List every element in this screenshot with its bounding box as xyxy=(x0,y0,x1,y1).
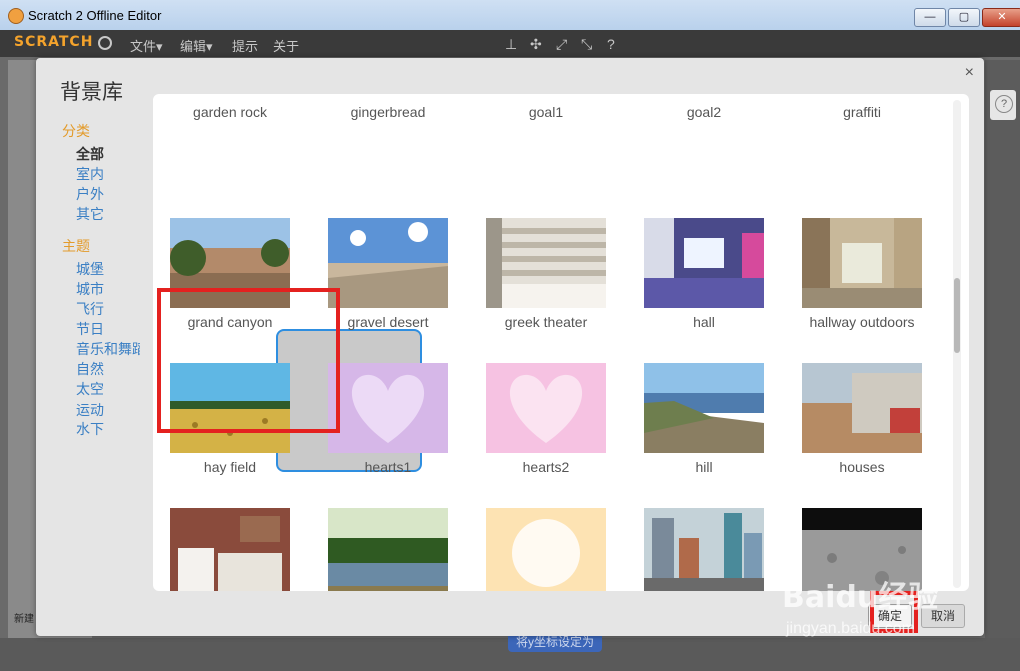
backdrop-label: hill xyxy=(695,459,713,475)
backdrop-label: goal1 xyxy=(528,104,564,120)
baidu-watermark: Baidu经验 xyxy=(782,580,939,615)
menu-edit[interactable]: 编辑▾ xyxy=(180,36,213,55)
language-globe-icon[interactable] xyxy=(98,36,112,50)
category-indoors[interactable]: 室内 xyxy=(76,164,104,184)
backdrop-thumbnail xyxy=(802,94,922,98)
highlight-frame-hay-field xyxy=(157,288,340,433)
backdrop-tile-graffiti[interactable]: graffiti xyxy=(787,94,937,120)
backdrop-label: hay field xyxy=(203,459,257,475)
theme-space[interactable]: 太空 xyxy=(76,379,104,399)
backdrop-tile-goal2[interactable]: goal2 xyxy=(629,94,779,120)
backdrop-tile-hearts2[interactable]: hearts2 xyxy=(471,363,621,475)
backdrop-tile-gingerbread[interactable]: gingerbread xyxy=(313,94,463,120)
category-all[interactable]: 全部 xyxy=(76,144,104,164)
minimize-button[interactable]: — xyxy=(914,8,946,27)
backdrop-label: houses xyxy=(839,459,885,475)
backdrop-thumbnail xyxy=(170,508,290,591)
backdrop-label: greek theater xyxy=(504,314,588,330)
backdrop-tile-houses[interactable]: houses xyxy=(787,363,937,475)
backdrop-thumbnail xyxy=(644,363,764,453)
theme-sports[interactable]: 运动 xyxy=(76,400,104,420)
backdrop-thumbnail xyxy=(644,94,764,98)
backdrop-tile-kitchen[interactable]: kitchen xyxy=(155,508,305,591)
theme-flying[interactable]: 飞行 xyxy=(76,299,104,319)
backdrop-thumbnail xyxy=(170,94,290,98)
theme-heading: 主题 xyxy=(62,238,90,254)
backdrop-tile-metro1[interactable]: metro1 xyxy=(629,508,779,591)
backdrop-label: goal2 xyxy=(686,104,722,120)
theme-castle[interactable]: 城堡 xyxy=(76,259,104,279)
backdrop-thumbnail xyxy=(802,218,922,308)
backdrop-thumbnail xyxy=(802,363,922,453)
scratch-app-icon xyxy=(8,8,24,24)
backdrop-thumbnail xyxy=(328,363,448,453)
window-title: Scratch 2 Offline Editor xyxy=(28,8,162,23)
backdrop-tile-hill[interactable]: hill xyxy=(629,363,779,475)
category-heading: 分类 xyxy=(62,123,90,139)
backdrop-tile-hallway-outdoors[interactable]: hallway outdoors xyxy=(787,218,937,330)
question-icon[interactable]: ? xyxy=(995,95,1013,113)
backdrop-tile-greek-theater[interactable]: greek theater xyxy=(471,218,621,330)
backdrop-thumbnail xyxy=(486,218,606,308)
theme-holiday[interactable]: 节日 xyxy=(76,319,104,339)
backdrop-label: hearts1 xyxy=(364,459,412,475)
backdrop-label: graffiti xyxy=(843,104,881,120)
backdrop-label: garden rock xyxy=(193,104,267,120)
backdrop-thumbnail xyxy=(644,218,764,308)
theme-underwater[interactable]: 水下 xyxy=(76,419,104,439)
category-outdoors[interactable]: 户外 xyxy=(76,184,104,204)
backdrop-thumbnail xyxy=(486,94,606,98)
backdrop-tile-lake[interactable]: lake xyxy=(313,508,463,591)
close-window-button[interactable]: ✕ xyxy=(982,8,1020,27)
theme-city[interactable]: 城市 xyxy=(76,279,104,299)
close-dialog-icon[interactable]: × xyxy=(965,64,974,82)
scratch-menubar: SCRATCH 文件▾ 编辑▾ 提示 关于 ⊥ ✣ ⤢ ⤡ ? xyxy=(0,30,1020,57)
dialog-title: 背景库 xyxy=(60,80,123,104)
backdrop-tile-garden-rock[interactable]: garden rock xyxy=(155,94,305,120)
theme-music-dance[interactable]: 音乐和舞蹈 xyxy=(76,339,140,359)
maximize-button[interactable]: ▢ xyxy=(948,8,980,27)
help-icon[interactable]: ? xyxy=(607,36,615,52)
backdrop-label: gingerbread xyxy=(350,104,426,120)
backdrop-thumbnail xyxy=(486,363,606,453)
backdrop-label: hearts2 xyxy=(522,459,570,475)
backdrop-thumbnail xyxy=(644,508,764,591)
backdrop-thumbnail xyxy=(486,508,606,591)
scratch-logo: SCRATCH xyxy=(14,34,94,50)
menu-about[interactable]: 关于 xyxy=(273,36,299,55)
backdrop-thumbnail xyxy=(328,94,448,98)
category-other[interactable]: 其它 xyxy=(76,204,104,224)
backdrop-tile-goal1[interactable]: goal1 xyxy=(471,94,621,120)
backdrop-tile-light[interactable]: light xyxy=(471,508,621,591)
grow-icon[interactable]: ⤢ xyxy=(556,36,567,53)
new-sprite-label: 新建 xyxy=(14,614,34,625)
menu-file[interactable]: 文件▾ xyxy=(130,36,163,55)
scrollbar-thumb[interactable] xyxy=(954,278,960,353)
menu-tips[interactable]: 提示 xyxy=(232,36,258,55)
cut-icon[interactable]: ✣ xyxy=(530,36,542,53)
theme-nature[interactable]: 自然 xyxy=(76,359,104,379)
backdrop-label: hallway outdoors xyxy=(809,314,915,330)
backdrop-thumbnail xyxy=(328,508,448,591)
scripts-area-dimmed xyxy=(985,60,1020,660)
backdrop-thumbnail xyxy=(328,218,448,308)
shrink-icon[interactable]: ⤡ xyxy=(581,36,592,53)
backdrop-label: hall xyxy=(693,314,715,330)
baidu-watermark-url: jingyan.baidu.com xyxy=(786,620,915,637)
backdrop-tile-hall[interactable]: hall xyxy=(629,218,779,330)
copy-stamp-icon[interactable]: ⊥ xyxy=(505,36,517,53)
window-titlebar: Scratch 2 Offline Editor — ▢ ✕ xyxy=(0,0,1020,31)
